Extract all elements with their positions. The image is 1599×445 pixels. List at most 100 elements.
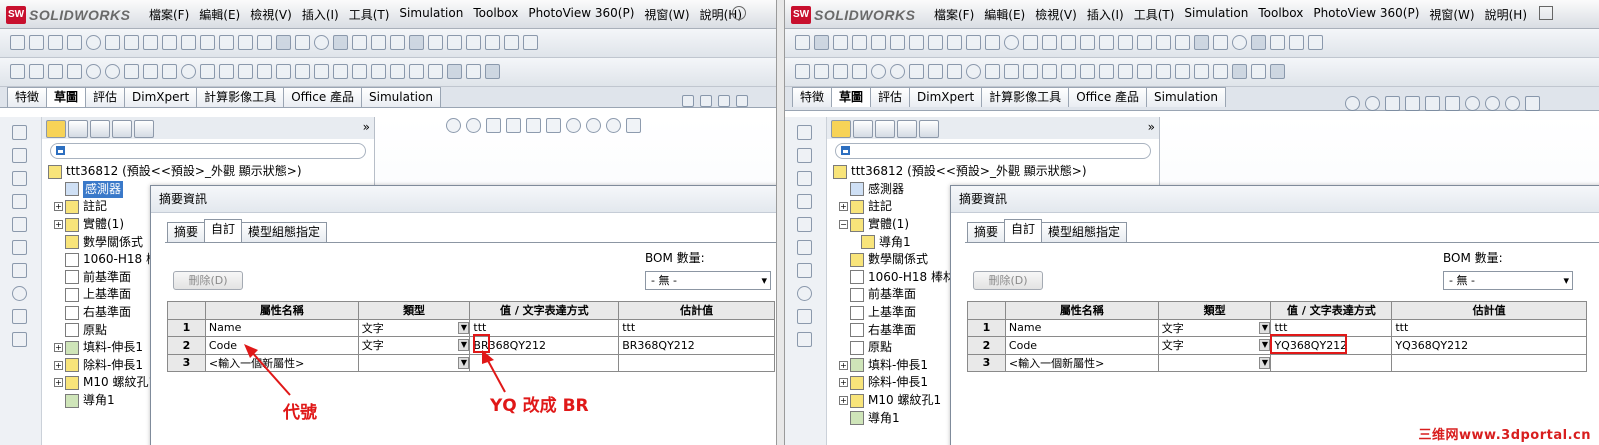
tree-filter[interactable] <box>835 143 1151 159</box>
stop-icon[interactable] <box>814 35 829 50</box>
property-name-cell[interactable]: <輸入一個新屬性> <box>1004 353 1159 372</box>
section-icon[interactable] <box>985 35 1000 50</box>
sketch-icon[interactable] <box>795 64 810 79</box>
convert-icon[interactable] <box>1061 64 1076 79</box>
tab-custom[interactable]: 自訂 <box>1004 219 1043 242</box>
value-cell[interactable] <box>1270 353 1393 372</box>
curvature-icon[interactable] <box>1213 35 1228 50</box>
edit-appearance-icon[interactable] <box>1485 96 1500 111</box>
expand-icon[interactable]: + <box>839 360 848 370</box>
tab-evaluate[interactable]: 評估 <box>870 87 911 107</box>
new-document-icon[interactable] <box>1539 6 1553 20</box>
expand-icon[interactable]: + <box>839 202 848 212</box>
rapid-sketch-icon[interactable] <box>1213 64 1228 79</box>
property-manager-tab-icon[interactable] <box>853 120 873 138</box>
draft-analysis-icon[interactable] <box>1099 35 1114 50</box>
view-orientation-icon[interactable] <box>1425 96 1440 111</box>
pause-icon[interactable] <box>833 35 848 50</box>
menu-toolbox[interactable]: Toolbox <box>1253 6 1308 23</box>
toolbox-icon[interactable] <box>797 309 812 324</box>
repair-icon[interactable] <box>1175 64 1190 79</box>
view-settings-icon[interactable] <box>1525 96 1540 111</box>
menu-help[interactable]: 說明(H) <box>1480 6 1532 23</box>
design-library-icon[interactable] <box>797 148 812 163</box>
custom-props-icon[interactable] <box>797 240 812 255</box>
symmetry-icon[interactable] <box>1175 35 1190 50</box>
ellipse-icon[interactable] <box>966 64 981 79</box>
table-row[interactable]: 3 <輸入一個新屬性> ▼ <box>967 353 1587 372</box>
tab-custom[interactable]: 自訂 <box>204 219 243 242</box>
view-palette-icon[interactable] <box>797 194 812 209</box>
motion-icon[interactable] <box>871 35 886 50</box>
menu-view[interactable]: 檢視(V) <box>1030 6 1082 23</box>
menu-insert[interactable]: 插入(I) <box>1082 6 1129 23</box>
thickness-icon[interactable] <box>1156 35 1171 50</box>
configuration-manager-tab-icon[interactable] <box>875 120 895 138</box>
check-icon[interactable] <box>1004 35 1019 50</box>
spell-check-icon[interactable] <box>928 35 943 50</box>
collapse-icon[interactable]: − <box>839 220 848 230</box>
feature-tree-tab-icon[interactable] <box>831 120 851 138</box>
filter-toolbar-icon[interactable] <box>1289 35 1304 50</box>
record-icon[interactable] <box>852 35 867 50</box>
dimxpert-tab-icon[interactable] <box>897 120 917 138</box>
dropdown-arrow-icon[interactable]: ▼ <box>1259 339 1270 351</box>
property-name-cell[interactable]: Code <box>1004 336 1159 355</box>
arc-icon[interactable] <box>909 64 924 79</box>
tab-sketch[interactable]: 草圖 <box>831 87 872 107</box>
plane-icon[interactable] <box>1004 64 1019 79</box>
resources-icon[interactable] <box>797 125 812 140</box>
relations-icon[interactable] <box>1156 64 1171 79</box>
trim-icon[interactable] <box>1042 64 1057 79</box>
move-icon[interactable] <box>1137 64 1152 79</box>
file-explorer-icon[interactable] <box>797 171 812 186</box>
slot-icon[interactable] <box>871 64 886 79</box>
offset-icon[interactable] <box>1080 64 1095 79</box>
import-diagnostics-icon[interactable] <box>1061 35 1076 50</box>
type-cell[interactable]: 文字 ▼ <box>1157 336 1272 355</box>
expand-arrow-icon[interactable]: » <box>1148 120 1155 136</box>
scene-icon[interactable] <box>1505 96 1520 111</box>
tab-summary[interactable]: 摘要 <box>967 222 1006 242</box>
parting-line-icon[interactable] <box>1137 35 1152 50</box>
search-icon[interactable] <box>797 263 812 278</box>
compare-icon[interactable] <box>1251 35 1266 50</box>
hide-show-icon[interactable] <box>1465 96 1480 111</box>
menu-photoview[interactable]: PhotoView 360(P) <box>1308 6 1424 23</box>
display-manager-tab-icon[interactable] <box>919 120 939 138</box>
menu-tools[interactable]: 工具(T) <box>1129 6 1180 23</box>
mirror-icon[interactable] <box>1099 64 1114 79</box>
expand-icon[interactable]: + <box>839 396 848 406</box>
undercut-icon[interactable] <box>1118 35 1133 50</box>
geometry-analysis-icon[interactable] <box>1042 35 1057 50</box>
type-cell[interactable]: 文字 ▼ <box>1157 318 1272 337</box>
play-icon[interactable] <box>795 35 810 50</box>
tree-root[interactable]: ttt36812 (預設<<預設>_外觀 顯示狀態>) <box>827 163 1159 181</box>
appearances-icon[interactable] <box>797 217 812 232</box>
zoom-fit-icon[interactable] <box>1345 96 1360 111</box>
sustainability-icon[interactable] <box>797 332 812 347</box>
statistics-icon[interactable] <box>1023 35 1038 50</box>
measure-icon[interactable] <box>947 35 962 50</box>
previous-view-icon[interactable] <box>1385 96 1400 111</box>
menu-window[interactable]: 視窗(W) <box>1424 6 1479 23</box>
sum-icon[interactable] <box>1080 35 1095 50</box>
tab-dimxpert[interactable]: DimXpert <box>909 87 983 107</box>
smart-dimension-icon[interactable] <box>814 64 829 79</box>
bom-quantity-select[interactable]: - 無 - <box>1443 271 1573 290</box>
zoom-area-icon[interactable] <box>1365 96 1380 111</box>
selection-filter-icon[interactable] <box>1308 35 1323 50</box>
tab-render-tools[interactable]: 計算影像工具 <box>981 87 1070 107</box>
pattern-icon[interactable] <box>1118 64 1133 79</box>
type-cell[interactable]: ▼ <box>1157 353 1272 372</box>
design-study-icon[interactable] <box>909 35 924 50</box>
solidworks-logo[interactable]: SW SOLIDWORKS <box>791 5 915 24</box>
tab-config-specific[interactable]: 模型組態指定 <box>1041 222 1128 242</box>
menu-file[interactable]: 檔案(F) <box>929 6 979 23</box>
circle-icon[interactable] <box>890 64 905 79</box>
line-icon[interactable] <box>833 64 848 79</box>
text-icon[interactable] <box>1270 35 1285 50</box>
edit-motion-icon[interactable] <box>890 35 905 50</box>
point-icon[interactable] <box>1023 64 1038 79</box>
tab-features[interactable]: 特徵 <box>792 87 833 107</box>
